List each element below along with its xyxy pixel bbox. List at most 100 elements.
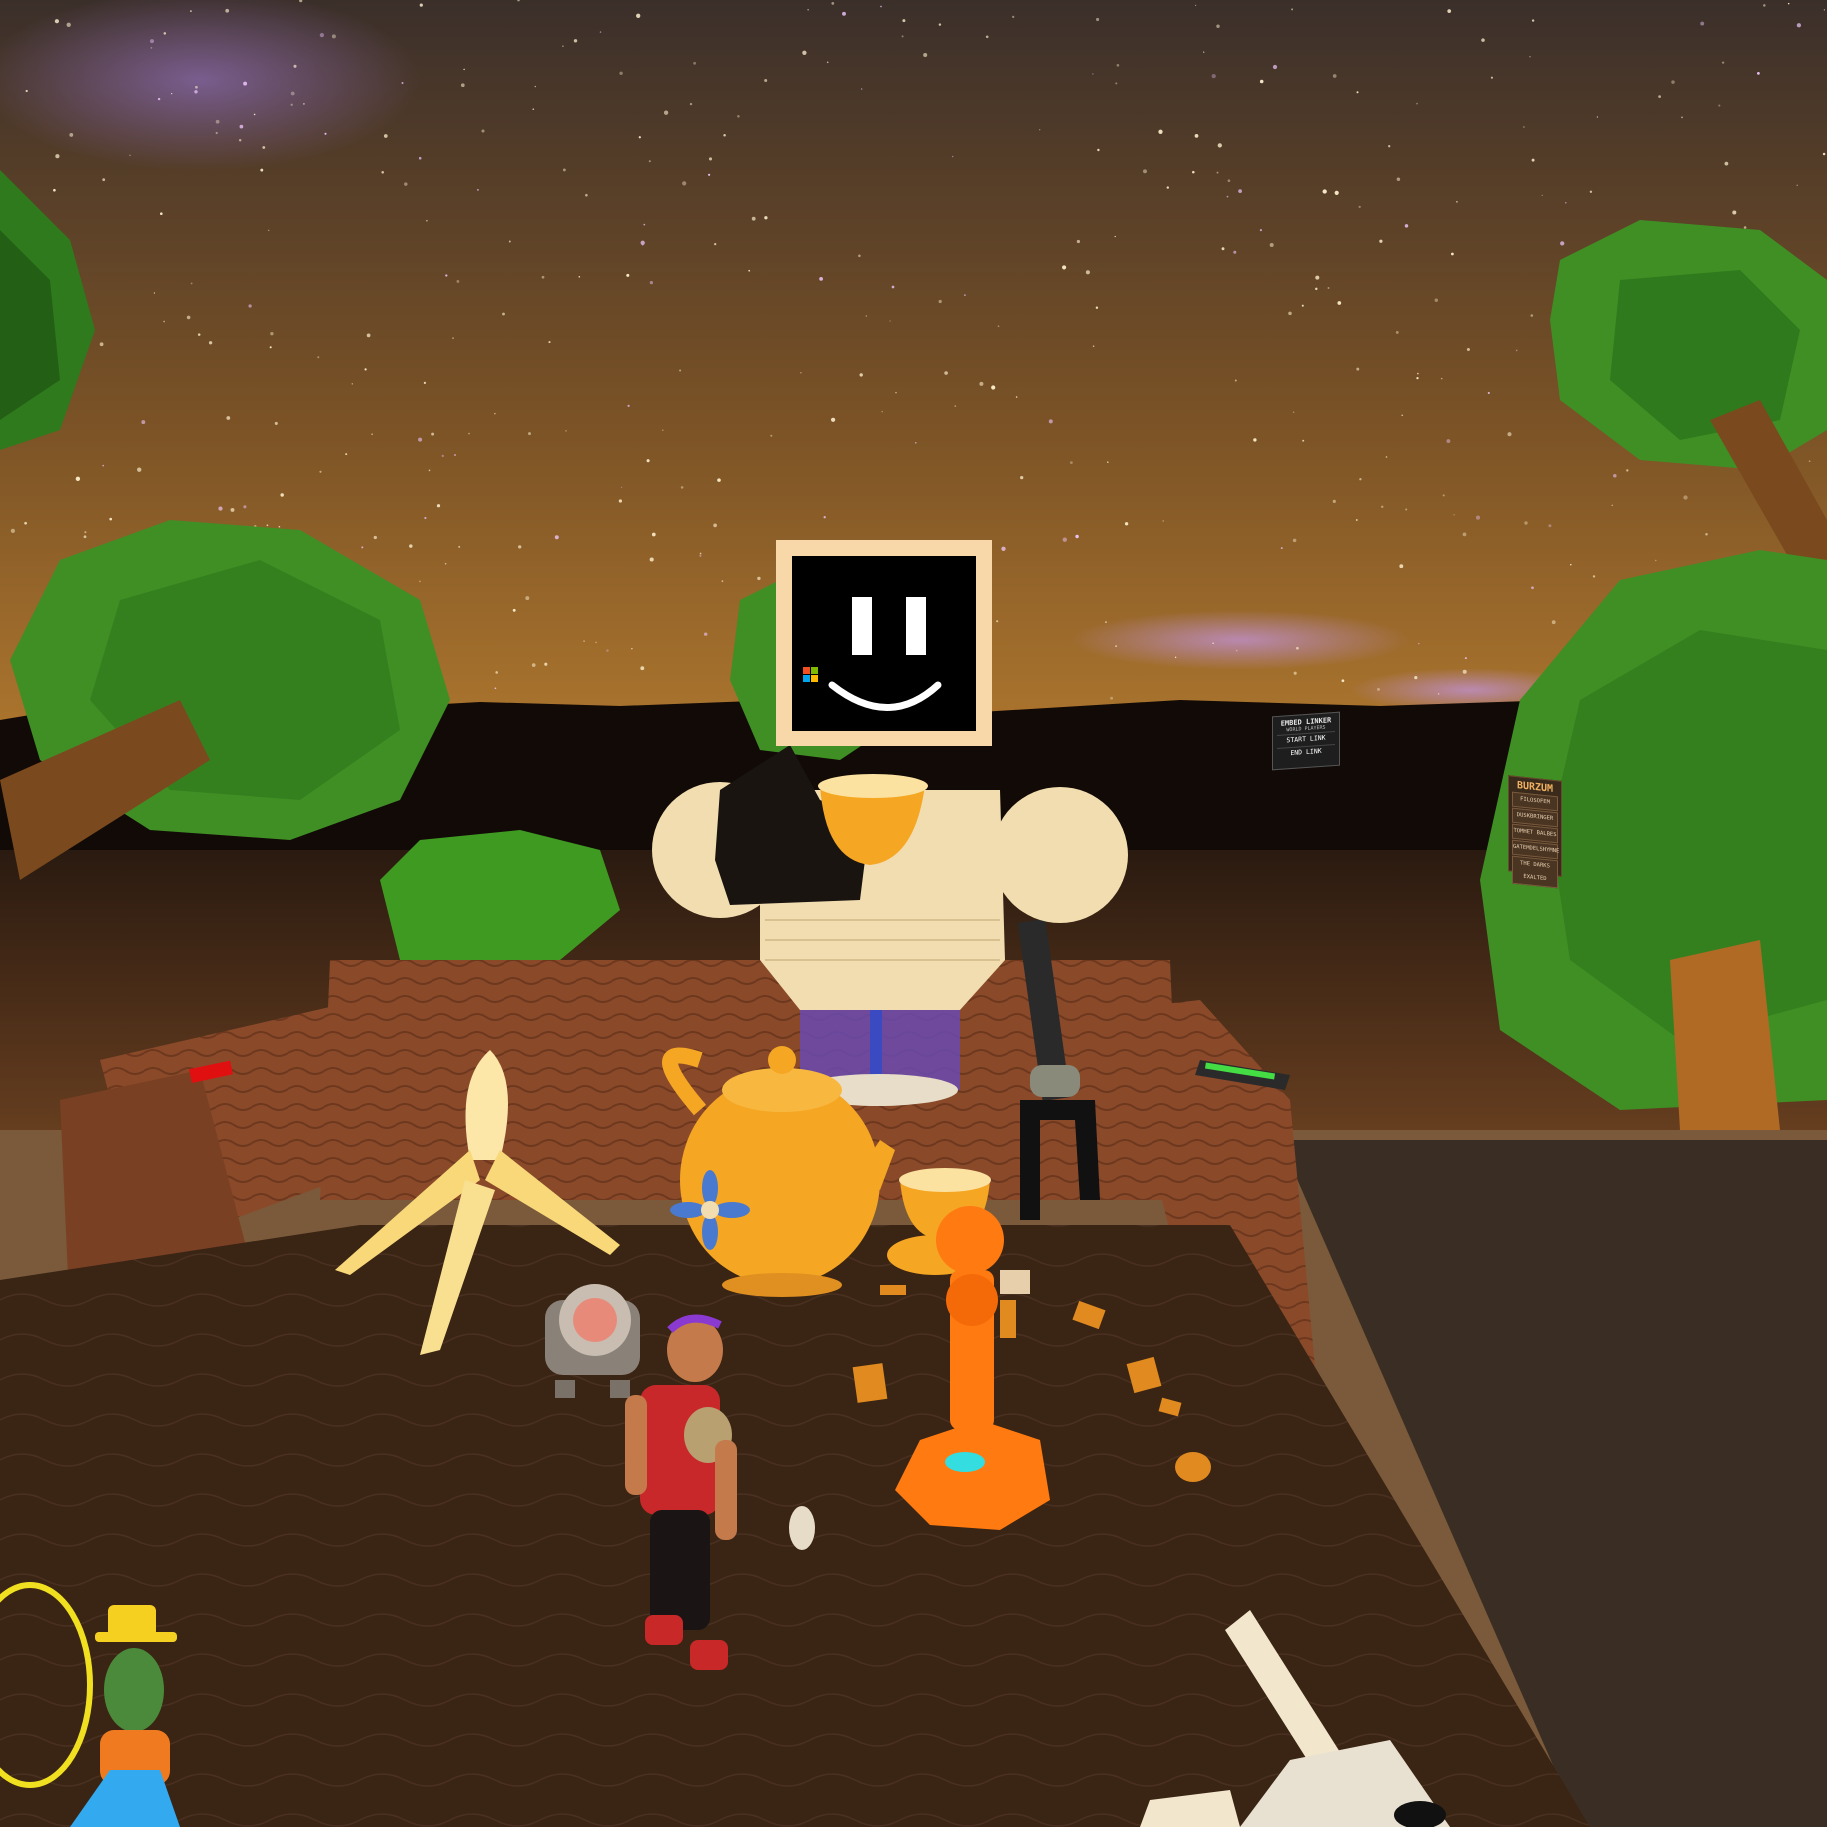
star (1551, 620, 1556, 625)
star (248, 304, 252, 308)
star (253, 113, 256, 116)
menu-item-5[interactable]: THE DARKS EXALTED (1512, 855, 1558, 889)
star (331, 34, 336, 39)
star (649, 280, 654, 285)
star (1523, 126, 1525, 128)
star (1356, 91, 1359, 94)
star (1355, 519, 1358, 521)
star (865, 315, 867, 317)
star (944, 371, 948, 375)
star (230, 507, 235, 512)
star (419, 3, 423, 7)
star (525, 596, 530, 601)
star (141, 420, 146, 425)
star (1596, 116, 1598, 118)
star (764, 216, 768, 220)
star (703, 632, 708, 636)
star (1359, 478, 1362, 481)
star (1475, 515, 1481, 520)
star (24, 521, 27, 525)
star (102, 178, 106, 182)
star (1592, 575, 1596, 578)
star (267, 229, 270, 232)
star (423, 381, 427, 385)
star (424, 516, 427, 520)
star (1418, 642, 1420, 645)
star (723, 134, 726, 137)
star (573, 39, 578, 43)
star (1143, 169, 1147, 174)
star (324, 132, 327, 135)
star (901, 35, 904, 38)
star (508, 240, 511, 243)
star (923, 52, 928, 58)
album-menu-sign: BURZUM FILOSOFEM DUSKBRINGER TOMHET BALB… (1508, 775, 1562, 889)
star (954, 405, 957, 407)
star (595, 641, 597, 644)
star (1020, 475, 1024, 480)
star (902, 19, 906, 23)
star (662, 429, 664, 432)
star (381, 171, 384, 174)
star (1442, 494, 1445, 497)
star (1787, 2, 1790, 5)
star (54, 19, 60, 24)
star (1334, 190, 1339, 195)
star (1096, 17, 1100, 22)
star (914, 441, 917, 444)
star (1611, 504, 1613, 506)
star (562, 45, 564, 47)
star (830, 417, 836, 422)
star (528, 432, 531, 436)
star (345, 453, 348, 456)
star (599, 31, 602, 33)
star (238, 138, 242, 142)
star (383, 134, 388, 138)
star (1092, 345, 1095, 347)
star (426, 219, 428, 222)
star (1234, 379, 1237, 382)
star (1446, 439, 1451, 444)
star (717, 478, 721, 482)
star (699, 552, 702, 555)
star (1291, 8, 1294, 11)
star (171, 92, 173, 95)
star (84, 531, 87, 534)
star (1315, 275, 1320, 280)
star (881, 410, 883, 413)
star (129, 154, 131, 157)
game-viewport[interactable]: EMBED LINKER WORLD PLAYERS START LINK EN… (0, 0, 1827, 1827)
star (1700, 21, 1705, 26)
star (441, 454, 445, 458)
star (208, 341, 213, 345)
star (1705, 532, 1708, 536)
star (218, 506, 223, 511)
star (1092, 73, 1094, 75)
star (1658, 95, 1661, 98)
star (1531, 586, 1534, 590)
star (215, 131, 218, 135)
star (638, 136, 641, 139)
star (842, 11, 846, 16)
star (371, 433, 373, 435)
star (1216, 171, 1219, 174)
star (996, 620, 999, 623)
star (565, 430, 567, 432)
star (979, 381, 984, 386)
star (1560, 241, 1565, 246)
star (643, 223, 646, 226)
star (1194, 134, 1199, 138)
star (160, 212, 163, 215)
star (351, 383, 354, 385)
star (631, 648, 633, 650)
star (418, 437, 423, 442)
star (1174, 656, 1177, 659)
star (1292, 411, 1295, 413)
star (964, 294, 966, 296)
star (649, 557, 654, 562)
star (186, 315, 191, 320)
star (1221, 247, 1225, 251)
star (1192, 170, 1195, 174)
star (1808, 460, 1811, 463)
star (682, 181, 687, 186)
